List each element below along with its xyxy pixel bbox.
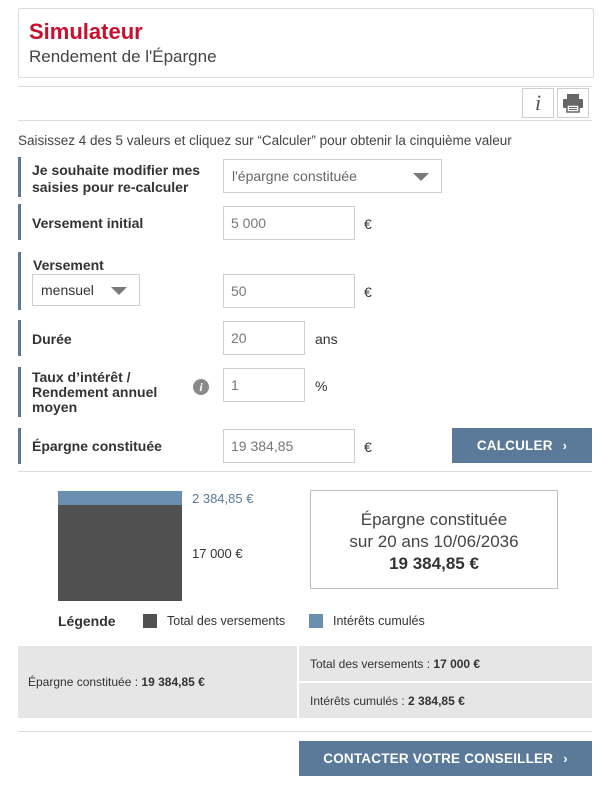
payment-label: Versement xyxy=(33,257,104,273)
table-right-bottom-cell: Intérêts cumulés : 2 384,85 € xyxy=(299,683,592,718)
payment-frequency: mensuel xyxy=(41,282,94,298)
contact-label: CONTACTER VOTRE CONSEILLER xyxy=(323,751,554,766)
rate-unit: % xyxy=(315,378,328,394)
page-title: Simulateur xyxy=(29,19,143,44)
initial-input[interactable]: 5 000 xyxy=(223,206,355,240)
modify-label: Je souhaite modifier mes saisies pour re… xyxy=(32,162,201,195)
divider xyxy=(18,731,592,732)
legend-interest-swatch xyxy=(309,614,323,628)
calculate-label: CALCULER xyxy=(476,438,553,453)
savings-input[interactable]: 19 384,85 xyxy=(223,429,355,463)
legend-title: Légende xyxy=(58,613,116,629)
payment-unit: € xyxy=(364,284,372,300)
simulator-header: Simulateur Rendement de l'Épargne xyxy=(18,8,594,78)
divider xyxy=(18,86,592,87)
modify-select[interactable]: l'épargne constituée xyxy=(223,159,442,193)
intro-text: Saisissez 4 des 5 valeurs et cliquez sur… xyxy=(18,133,512,148)
duration-unit: ans xyxy=(315,331,338,347)
modify-selected: l'épargne constituée xyxy=(232,168,357,184)
rate-label: Taux d’intérêt / Rendement annuel moyen xyxy=(32,369,158,415)
initial-label: Versement initial xyxy=(32,215,144,231)
info-icon: i xyxy=(534,90,542,115)
bar-interest-label: 2 384,85 € xyxy=(192,491,254,506)
summary-value: 19 384,85 € xyxy=(389,554,479,573)
table-left-value: 19 384,85 € xyxy=(141,675,205,689)
legend-payments-label: Total des versements xyxy=(167,614,286,628)
chevron-down-icon xyxy=(413,173,429,181)
table-left-cell: Épargne constituée : 19 384,85 € xyxy=(18,646,297,718)
divider xyxy=(18,120,592,121)
rate-info-icon[interactable]: i xyxy=(193,379,209,395)
bar-payments-segment xyxy=(58,505,182,601)
calculate-button[interactable]: CALCULER › xyxy=(452,428,592,463)
legend-payments-swatch xyxy=(143,614,157,628)
rate-input[interactable]: 1 xyxy=(223,368,305,402)
table-right-bottom-value: 2 384,85 € xyxy=(408,694,465,708)
info-button[interactable]: i xyxy=(522,88,554,118)
chevron-right-icon: › xyxy=(563,751,568,766)
table-right-top-cell: Total des versements : 17 000 € xyxy=(299,646,592,681)
contact-advisor-button[interactable]: CONTACTER VOTRE CONSEILLER › xyxy=(299,741,592,776)
bar-payments-label: 17 000 € xyxy=(192,546,243,561)
payment-input[interactable]: 50 xyxy=(223,274,355,308)
summary-box: Épargne constituée sur 20 ans 10/06/2036… xyxy=(310,490,558,589)
stacked-bar xyxy=(58,491,182,601)
legend-interest-label: Intérêts cumulés xyxy=(333,614,425,628)
initial-unit: € xyxy=(364,216,372,232)
duration-input[interactable]: 20 xyxy=(223,321,305,355)
table-left-label: Épargne constituée : xyxy=(28,675,142,689)
savings-label: Épargne constituée xyxy=(32,438,162,454)
divider xyxy=(18,471,592,472)
page-subtitle: Rendement de l'Épargne xyxy=(29,47,217,66)
bar-interest-segment xyxy=(58,491,182,505)
summary-line1: Épargne constituée xyxy=(360,510,508,529)
print-icon xyxy=(563,94,583,113)
table-right-bottom-label: Intérêts cumulés : xyxy=(310,694,409,708)
row-rate: Taux d’intérêt / Rendement annuel moyen xyxy=(18,367,595,417)
summary-line2: sur 20 ans 10/06/2036 xyxy=(349,532,519,551)
duration-label: Durée xyxy=(32,331,72,347)
table-right-top-value: 17 000 € xyxy=(433,657,481,671)
chevron-right-icon: › xyxy=(562,438,568,453)
chevron-down-icon xyxy=(111,287,127,295)
table-right-top-label: Total des versements : xyxy=(310,657,434,671)
row-duration: Durée xyxy=(18,320,595,356)
savings-unit: € xyxy=(364,439,372,455)
print-button[interactable] xyxy=(557,88,589,118)
payment-frequency-select[interactable]: mensuel xyxy=(32,274,140,306)
